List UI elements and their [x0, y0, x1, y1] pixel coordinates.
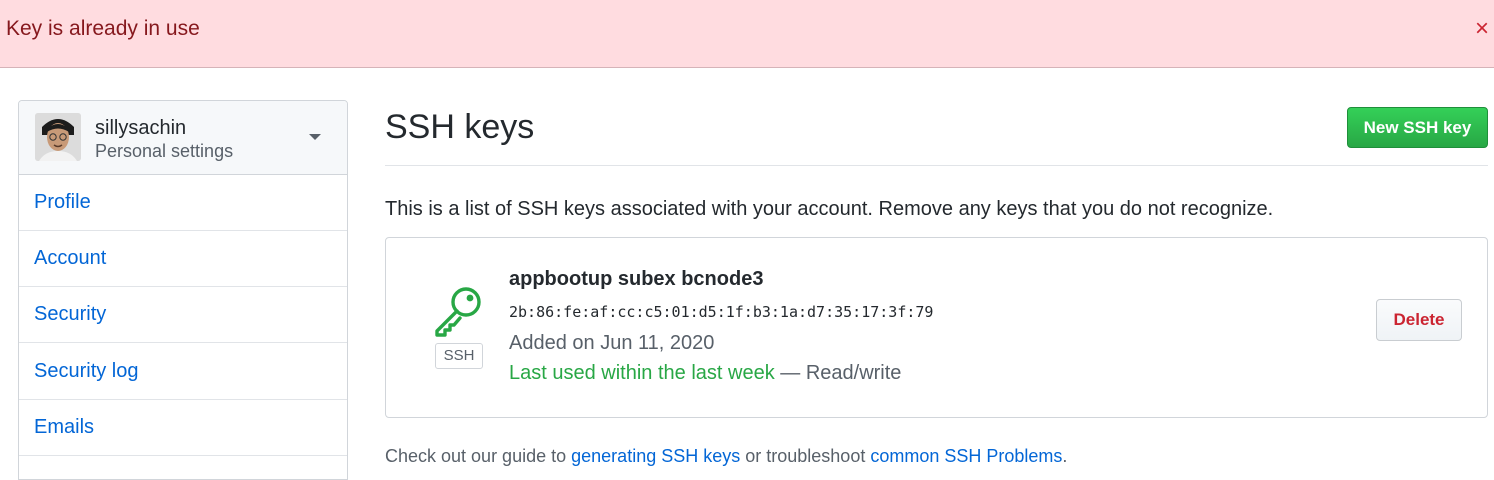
- generating-ssh-keys-link[interactable]: generating SSH keys: [571, 446, 740, 466]
- intro-text: This is a list of SSH keys associated wi…: [385, 198, 1274, 220]
- divider: [385, 165, 1488, 166]
- sidebar-item-security-log[interactable]: Security log: [19, 344, 347, 400]
- sidebar-item-label: Security log: [34, 360, 139, 382]
- common-ssh-problems-link[interactable]: common SSH Problems: [870, 446, 1062, 466]
- sidebar-item-label: Security: [34, 303, 107, 325]
- ssh-key-list-item: [385, 237, 1488, 418]
- sidebar-item-emails[interactable]: Emails: [19, 400, 347, 456]
- access-level: — Read/write: [780, 362, 902, 384]
- page-title: SSH keys: [385, 108, 535, 146]
- key-title: appbootup subex bcnode3: [509, 268, 764, 290]
- footer-suffix: .: [1062, 446, 1068, 466]
- key-icon: [435, 287, 481, 337]
- avatar-image: [35, 113, 81, 161]
- help-footer: Check out our guide to generating SSH ke…: [385, 446, 1067, 467]
- chevron-down-icon[interactable]: [309, 134, 321, 140]
- new-ssh-key-button[interactable]: New SSH key: [1347, 107, 1488, 148]
- delete-key-button[interactable]: Delete: [1376, 299, 1462, 341]
- key-usage: Last used within the last week — Read/wr…: [509, 362, 901, 385]
- sidebar-item-security[interactable]: Security: [19, 287, 347, 343]
- sidebar-item-label: Account: [34, 247, 107, 269]
- avatar: [35, 113, 81, 161]
- last-used-text: Last used within the last week: [509, 362, 775, 384]
- footer-prefix: Check out our guide to: [385, 446, 567, 466]
- sidebar-item-label: Emails: [34, 416, 95, 438]
- account-switcher[interactable]: sillysachin Personal settings: [19, 101, 347, 175]
- key-fingerprint: 2b:86:fe:af:cc:c5:01:d5:1f:b3:1a:d7:35:1…: [509, 303, 934, 321]
- sidebar-item-account[interactable]: Account: [19, 231, 347, 287]
- flash-message: Key is already in use: [6, 17, 200, 40]
- personal-settings-label: Personal settings: [95, 141, 234, 161]
- username: sillysachin: [95, 117, 187, 139]
- key-added-date: Added on Jun 11, 2020: [509, 332, 715, 354]
- footer-middle: or troubleshoot: [745, 446, 866, 466]
- key-type-badge: SSH: [435, 343, 483, 369]
- sidebar-item-label: Profile: [34, 191, 91, 213]
- sidebar-item-profile[interactable]: Profile: [19, 175, 347, 231]
- settings-sidebar: sillysachin Personal settings Profile Ac…: [18, 100, 348, 480]
- flash-banner: Key is already in use ×: [0, 0, 1494, 68]
- close-icon[interactable]: ×: [1472, 14, 1492, 44]
